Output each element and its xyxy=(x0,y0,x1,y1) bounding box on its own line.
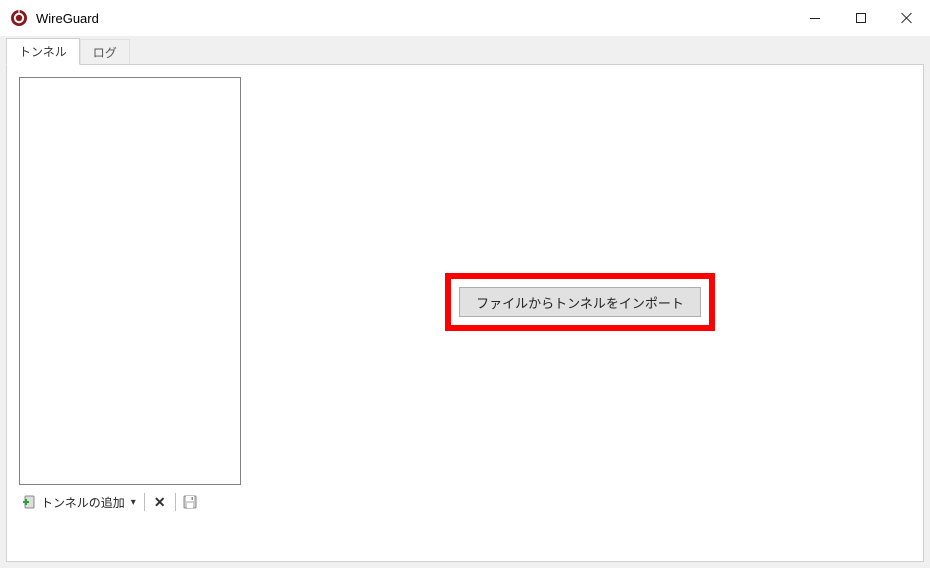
add-tunnel-icon xyxy=(21,494,37,510)
delete-tunnel-button[interactable]: ✕ xyxy=(151,493,169,511)
minimize-button[interactable] xyxy=(792,0,838,36)
tab-log[interactable]: ログ xyxy=(80,39,130,65)
annotation-highlight: ファイルからトンネルをインポート xyxy=(445,273,715,331)
add-tunnel-label: トンネルの追加 xyxy=(41,494,125,511)
delete-x-icon: ✕ xyxy=(154,494,166,511)
tunnel-listbox[interactable] xyxy=(19,77,241,485)
window-controls xyxy=(792,0,930,36)
chevron-down-icon: ▾ xyxy=(131,497,136,508)
tab-log-label: ログ xyxy=(93,46,117,60)
main-panel: トンネルの追加 ▾ ✕ ファイルからトンネルをインポート xyxy=(6,64,924,562)
tab-tunnels[interactable]: トンネル xyxy=(6,38,80,65)
add-tunnel-button[interactable]: トンネルの追加 ▾ xyxy=(19,492,138,513)
tab-tunnels-label: トンネル xyxy=(19,45,67,59)
toolbar-separator xyxy=(144,493,145,511)
tab-strip: トンネル ログ xyxy=(0,36,930,64)
import-tunnel-button[interactable]: ファイルからトンネルをインポート xyxy=(459,287,701,317)
import-tunnel-label: ファイルからトンネルをインポート xyxy=(476,293,684,312)
window-titlebar: WireGuard xyxy=(0,0,930,36)
save-icon xyxy=(183,495,197,509)
toolbar-separator-2 xyxy=(175,493,176,511)
maximize-button[interactable] xyxy=(838,0,884,36)
tunnel-list-toolbar: トンネルの追加 ▾ ✕ xyxy=(19,489,198,515)
wireguard-icon xyxy=(10,9,28,27)
close-button[interactable] xyxy=(884,0,930,36)
export-tunnel-button[interactable] xyxy=(182,494,198,510)
window-title: WireGuard xyxy=(36,11,99,26)
